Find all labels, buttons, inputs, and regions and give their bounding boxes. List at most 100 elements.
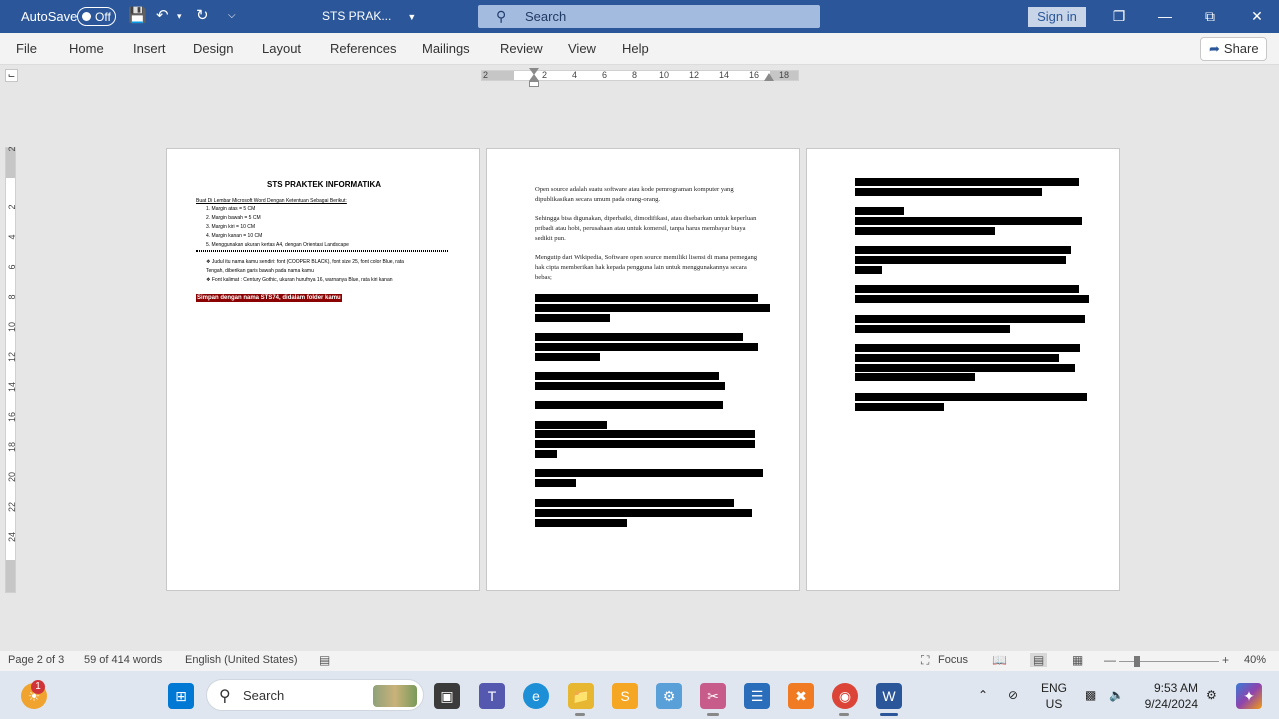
tab-insert[interactable]: Insert [133,41,166,56]
chrome-icon[interactable]: ◉ [832,683,858,709]
volume-icon[interactable]: 🔈 [1109,688,1124,702]
tab-mailings[interactable]: Mailings [422,41,470,56]
ruler-number: 12 [7,352,17,363]
ruler-number: 2 [483,70,489,80]
xampp-icon[interactable]: ✖ [788,683,814,709]
redacted-line [535,450,557,458]
control-panel-icon[interactable]: ⚙ [656,683,682,709]
document-title[interactable]: STS PRAK... ▼ [322,9,416,23]
web-layout-icon[interactable]: ▦ [1072,653,1083,667]
share-button[interactable]: ➦ Share [1200,37,1267,61]
tab-help[interactable]: Help [622,41,649,56]
redacted-line [855,393,1087,401]
ruler-number: 6 [602,70,608,80]
undo-dropdown-icon[interactable]: ▾ [177,7,182,25]
hanging-indent-marker[interactable] [529,74,539,81]
vertical-ruler[interactable]: 2 2 4 6 8 10 12 14 16 18 20 22 24 [5,147,17,593]
document-page-3[interactable] [806,148,1120,591]
zoom-slider-thumb[interactable] [1134,656,1140,667]
page-subtitle: Buat Di Lembar Microsoft Word Dengan Ket… [196,198,347,204]
tab-references[interactable]: References [330,41,396,56]
page-count[interactable]: Page 2 of 3 [8,654,64,666]
time: 9:53 AM [1153,681,1198,695]
list-item: 2. Margin bawah = 5 CM [206,215,261,221]
print-layout-icon[interactable]: ▤ [1030,653,1048,667]
network-disconnected-icon[interactable]: ⊘ [1008,688,1018,702]
tab-selector[interactable]: ⌙ [5,69,18,82]
close-icon[interactable]: ✕ [1244,5,1270,27]
ruler-number: 2 [7,146,17,152]
right-indent-marker[interactable] [764,73,774,81]
edge-icon[interactable]: e [523,683,549,709]
ruler-number: 14 [719,70,730,80]
accessibility-icon[interactable]: ▤ [319,653,330,667]
search-placeholder: Search [525,9,567,24]
bullet-item: Tengah, diberikan garis bawah pada nama … [206,268,314,274]
snipping-tool-icon[interactable]: ✂ [700,683,726,709]
redo-icon[interactable]: ↻ [196,7,209,25]
zoom-in-icon[interactable]: + [1222,653,1229,667]
read-mode-icon[interactable]: 📖 [992,653,1007,667]
display-icon[interactable]: ▩ [1085,688,1096,702]
save-icon[interactable]: 💾 [128,7,147,25]
minimize-icon[interactable]: — [1152,5,1178,27]
customize-toolbar-icon[interactable]: ⌵ [228,7,236,25]
region-code: US [1045,697,1063,711]
taskbar-search[interactable]: ⚲ Search [206,679,424,711]
sign-in-button[interactable]: Sign in [1028,7,1086,27]
task-view-icon[interactable]: ▣ [434,683,460,709]
list-item: 3. Margin kiri = 10 CM [206,224,256,230]
share-icon: ➦ [1209,41,1220,56]
language-status[interactable]: English (United States) [185,654,298,666]
ruler-area: ⌙ 2 2 4 6 8 10 12 14 16 18 [0,65,1279,85]
left-indent-marker[interactable] [529,81,539,87]
notepad-icon[interactable]: ☰ [744,683,770,709]
chevron-up-icon[interactable]: ⌃ [978,688,988,702]
settings-icon[interactable]: ⚙ [1206,688,1217,702]
tab-file[interactable]: File [16,41,37,56]
zoom-level[interactable]: 40% [1244,654,1266,666]
copilot-icon[interactable]: ✦ [1236,683,1262,709]
vruler-margin-bottom [6,560,15,592]
clock[interactable]: 9:53 AM 9/24/2024 [1138,680,1198,712]
lang-code: ENG [1040,681,1067,695]
redacted-line [855,373,975,381]
save-note: Simpan dengan nama STS74, didalam folder… [196,294,342,302]
redacted-line [535,294,758,302]
tab-review[interactable]: Review [500,41,543,56]
start-icon[interactable]: ⊞ [168,683,194,709]
undo-icon[interactable]: ↶ [156,7,169,25]
document-page-1[interactable]: STS PRAKTEK INFORMATIKA Buat Di Lembar M… [166,148,480,591]
taskbar-search-label: Search [243,688,285,703]
ruler-number: 18 [779,70,790,80]
focus-icon[interactable]: ⛶ [921,653,929,668]
sublime-text-icon[interactable]: S [612,683,638,709]
running-indicator [839,713,849,716]
file-explorer-icon[interactable]: 📁 [568,683,594,709]
ruler-number: 4 [7,234,17,240]
tab-design[interactable]: Design [193,41,233,56]
ruler-number: 6 [7,264,17,270]
language-indicator[interactable]: ENG US [1040,680,1068,712]
restore-icon[interactable]: ⧉ [1197,5,1223,27]
zoom-out-icon[interactable]: — [1104,653,1116,667]
tab-view[interactable]: View [568,41,596,56]
chevron-down-icon: ▼ [407,12,417,22]
ruler-number: 12 [689,70,700,80]
divider [196,250,448,252]
redacted-line [855,325,1010,333]
teams-icon[interactable]: T [479,683,505,709]
bullet-item: ❖ Font kalimat : Century Gothic, ukuran … [206,277,393,283]
focus-label[interactable]: Focus [938,654,968,666]
redacted-line [855,344,1080,352]
autosave-toggle[interactable]: Off [77,7,116,26]
search-box[interactable]: ⚲ Search [478,5,820,28]
tab-layout[interactable]: Layout [262,41,301,56]
word-count[interactable]: 59 of 414 words [84,654,162,666]
redacted-line [855,295,1089,303]
document-page-2[interactable]: Open source adalah suatu software atau k… [486,148,800,591]
ribbon-display-icon[interactable]: ❐ [1106,5,1132,27]
tab-home[interactable]: Home [69,41,104,56]
list-item: 1. Margin atas = 5 CM [206,206,256,212]
word-icon[interactable]: W [876,683,902,709]
